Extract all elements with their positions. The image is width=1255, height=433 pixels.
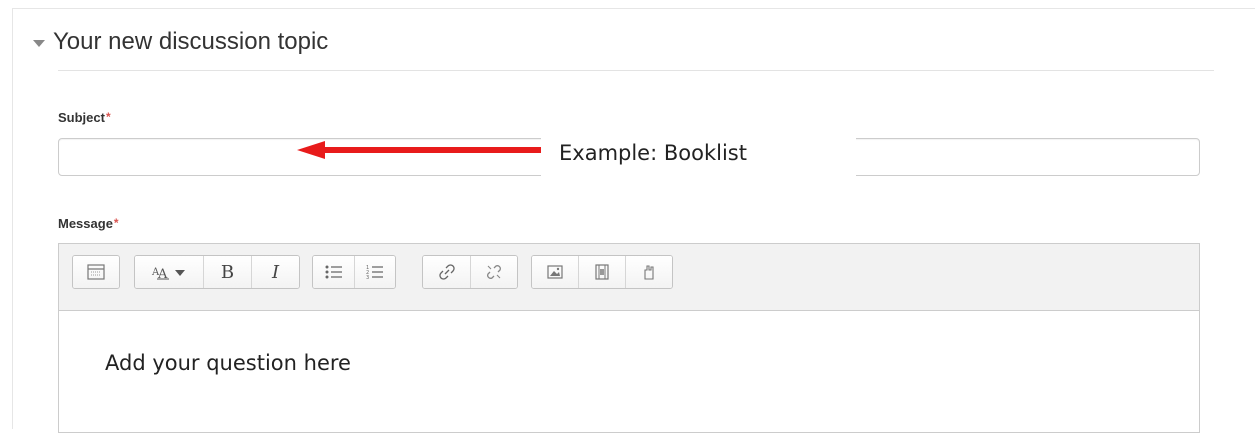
dropdown-arrow <box>175 270 185 276</box>
subject-label: Subject* <box>58 110 111 125</box>
annotation-arrow <box>297 141 543 159</box>
bold-icon: B <box>220 261 235 283</box>
editor-toolbar: A A B I 1 2 3 <box>59 244 1199 311</box>
toolbar-group-toggle <box>72 255 120 289</box>
message-content[interactable]: Add your question here <box>105 351 351 375</box>
message-editor[interactable]: A A B I 1 2 3 Add your question here <box>58 243 1200 433</box>
section-header[interactable]: Your new discussion topic <box>33 22 328 62</box>
arrow-head <box>297 141 325 159</box>
unordered-list-button[interactable] <box>313 256 355 288</box>
list-numbers: 3 <box>366 275 369 280</box>
toolbar-toggle-button[interactable] <box>73 256 119 288</box>
link-icon <box>438 264 455 280</box>
toolbar-group-text: A A B I <box>134 255 300 289</box>
ordered-list-button[interactable]: 1 2 3 <box>355 256 395 288</box>
section-divider <box>58 70 1214 71</box>
ordered-list-icon: 1 2 3 <box>366 265 383 280</box>
toolbar-toggle-icon <box>87 264 105 280</box>
section-title: Your new discussion topic <box>53 28 329 55</box>
message-label: Message* <box>58 216 119 231</box>
font-glyph-a-large: A <box>157 267 168 280</box>
unlink-button[interactable] <box>471 256 517 288</box>
insert-image-button[interactable] <box>532 256 579 288</box>
required-marker: * <box>113 216 119 230</box>
annotation-text: Example: Booklist <box>559 141 747 165</box>
link-button[interactable] <box>423 256 471 288</box>
collapse-caret-icon[interactable] <box>33 39 45 47</box>
toolbar-group-links <box>422 255 518 289</box>
unlink-icon <box>487 265 501 279</box>
insert-image-icon <box>547 265 563 279</box>
toolbar-group-media <box>531 255 673 289</box>
message-label-text: Message <box>58 216 113 231</box>
font-style-button[interactable]: A A <box>135 256 204 288</box>
italic-icon: I <box>271 261 280 283</box>
toolbar-group-lists: 1 2 3 <box>312 255 396 289</box>
manage-files-icon <box>644 265 654 280</box>
font-style-dropdown-icon: A A <box>151 267 185 280</box>
subject-label-text: Subject <box>58 110 105 125</box>
required-marker: * <box>105 110 111 124</box>
bold-button[interactable]: B <box>204 256 252 288</box>
insert-media-button[interactable] <box>579 256 626 288</box>
italic-button[interactable]: I <box>252 256 299 288</box>
insert-media-icon <box>595 264 609 280</box>
manage-files-button[interactable] <box>626 256 672 288</box>
unordered-list-icon <box>325 265 342 279</box>
annotation-callout: Example: Booklist <box>541 128 856 178</box>
arrow-shaft <box>321 147 543 153</box>
